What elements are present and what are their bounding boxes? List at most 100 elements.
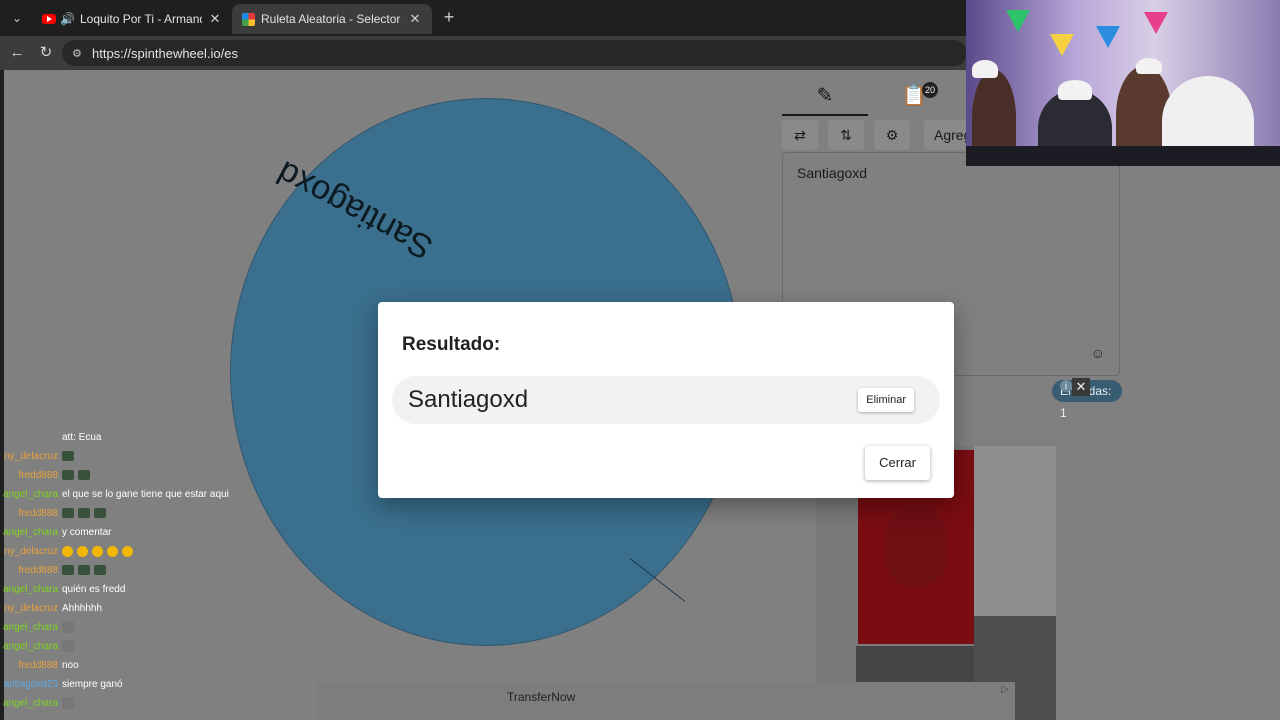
chat-username[interactable]: antiagoxd23 [0,679,59,690]
santa-hat [1136,58,1162,74]
chat-message: antiagoxd23 siempre ganó [0,675,123,693]
youtube-icon [42,14,56,24]
pencil-icon: ✎ [816,85,834,107]
emoji-icon[interactable]: ☺ [1091,345,1105,361]
chat-emote-icon [77,545,88,557]
chat-username[interactable]: angel_chara [0,489,58,500]
chat-username[interactable]: angel_chara [0,698,58,709]
results-count-badge: 20 [922,82,938,98]
chat-emote-icon [92,545,103,557]
banner-text: TransferNow [507,690,576,704]
dialog-title: Resultado: [402,334,501,355]
chat-text: att: Ecua [62,431,102,443]
stream-chat-overlay: att: Ecua ny_delacruz fredd888 angel_chara e… [0,426,300,720]
chat-emote-icon [78,508,90,518]
chat-text: Ahhhhhh [62,602,103,614]
close-button[interactable]: Cerrar [865,446,930,480]
chat-username[interactable]: fredd888 [0,660,58,671]
chat-emote-icon [78,470,90,480]
chat-username[interactable]: ny_delacruz [0,451,58,462]
url-text: https://spinthewheel.io/es [92,45,238,61]
chat-emote-icon [62,451,74,461]
chat-message: fredd888 [0,561,106,579]
result-name: Santiagoxd [408,386,529,413]
chat-message: angel_chara quién es fredd [0,580,125,598]
close-tab-icon[interactable]: ✕ [208,11,222,27]
speaker-icon[interactable]: 🔊 [60,12,75,26]
tab-youtube[interactable]: 🔊 Loquito Por Ti - Armando Hern ✕ [32,4,232,34]
chat-text: quién es fredd [62,583,126,595]
chat-emote-icon [62,697,74,709]
chat-username[interactable]: angel_chara [0,622,58,633]
chat-emote-icon [62,470,74,480]
ad-info-icon[interactable]: i [1060,380,1072,392]
party-flag [1050,34,1074,56]
tab-entries-edit[interactable]: ✎ [782,78,868,116]
adchoices-icon[interactable]: ▷ [1001,684,1009,695]
chat-message: angel_chara y comentar [0,523,112,541]
chat-emote-icon [94,565,106,575]
party-flag [1096,26,1120,48]
site-info-icon[interactable]: ⚙ [72,47,86,60]
chat-message: ny_delacruz [0,542,133,560]
party-flag [1006,10,1030,32]
sort-button[interactable]: ⇅ [828,120,864,150]
shuffle-button[interactable]: ⇄ [782,120,818,150]
settings-button[interactable]: ⚙ [874,120,910,150]
webcam-desk [966,146,1280,166]
close-tab-icon[interactable]: ✕ [408,11,422,27]
chat-text: siempre ganó [62,678,123,690]
tab-spinthewheel[interactable]: Ruleta Aleatoria - Selector Persona ✕ [232,4,432,34]
ad-close-icon[interactable]: ✕ [1072,378,1090,396]
chat-emote-icon [62,621,74,633]
chat-message: angel_chara [0,694,74,712]
chat-username[interactable]: fredd888 [0,470,58,481]
bottom-ad-banner[interactable]: TransferNow ▷ [317,682,1015,720]
santa-hat [972,60,998,78]
sort-icon: ⇅ [840,127,852,143]
chat-message: angel_chara [0,618,74,636]
chat-emote-icon [62,640,74,652]
chat-emote-icon [78,565,90,575]
chat-message: fredd888 [0,504,106,522]
chat-username[interactable]: fredd888 [0,565,58,576]
reload-icon[interactable]: ↻ [37,44,55,62]
chat-message: angel_chara el que se lo gane tiene que e… [0,485,229,503]
chat-emote-icon [94,508,106,518]
chat-username[interactable]: angel_chara [0,527,58,538]
back-arrow-icon[interactable]: ← [8,44,26,62]
tab-search-chevron-icon[interactable]: ⌄ [8,9,26,27]
party-flag [1144,12,1168,34]
new-tab-icon[interactable]: + [440,7,458,27]
chat-username[interactable]: angel_chara [0,584,58,595]
chat-text: noo [62,659,79,671]
chat-text: y comentar [62,526,112,538]
chat-username[interactable]: fredd888 [0,508,58,519]
tab-label: Ruleta Aleatoria - Selector Persona [261,12,402,26]
chat-emote-icon [122,545,133,557]
address-bar[interactable]: ⚙ https://spinthewheel.io/es [62,40,967,66]
ad-face-shape [886,506,946,586]
result-dialog: Resultado: Santiagoxd Eliminar Cerrar [378,302,954,498]
chat-message: att: Ecua [0,428,101,446]
chat-emote-icon [107,545,118,557]
tab-label: Loquito Por Ti - Armando Hern [80,12,202,26]
chat-message: fredd888 noo [0,656,79,674]
chat-text: el que se lo gane tiene que estar aqui [62,488,229,500]
chat-emote-icon [62,508,74,518]
chat-message: fredd888 [0,466,90,484]
webcam-overlay [966,0,1280,166]
entries-text: Santiagoxd [797,165,868,181]
chat-username[interactable]: ny_delacruz [0,603,58,614]
chat-emote-icon [62,545,73,557]
chat-username[interactable]: ny_delacruz [0,546,58,557]
wheel-favicon-icon [242,12,255,26]
chat-message: ny_delacruz [0,447,74,465]
chat-username[interactable]: angel_chara [0,641,58,652]
remove-button[interactable]: Eliminar [858,388,914,412]
gear-icon: ⚙ [885,127,899,143]
chat-emote-icon [62,565,74,575]
result-row: Santiagoxd Eliminar [392,376,940,424]
chat-message: ny_delacruz Ahhhhhh [0,599,102,617]
chat-message: angel_chara [0,637,74,655]
